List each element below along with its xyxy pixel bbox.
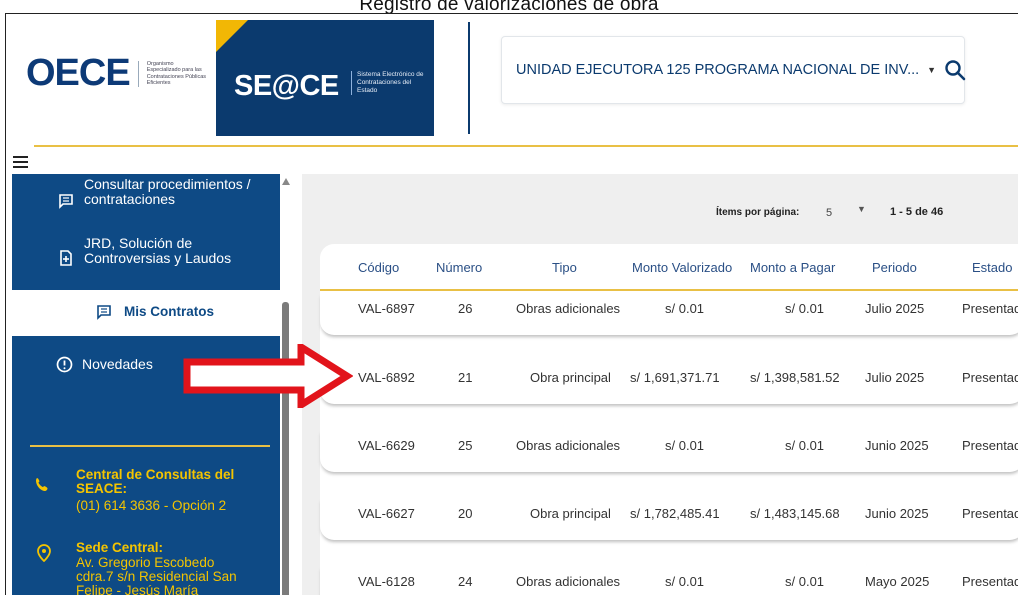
cell-codigo: VAL-6897 — [358, 301, 415, 316]
central-consultas-title: Central de Consultas del SEACE: — [76, 467, 235, 496]
seace-logo-subtitle: Sistema Electrónico de Contrataciones de… — [351, 71, 432, 95]
col-header-monto-pagar[interactable]: Monto a Pagar — [750, 260, 835, 275]
sidebar-item-consultar[interactable]: Consultar procedimientos / contratacione… — [84, 177, 274, 207]
page-range: 1 - 5 de 46 — [890, 206, 944, 218]
oece-logo-mark: OECE — [26, 52, 131, 94]
chevron-down-icon[interactable]: ▼ — [857, 204, 866, 214]
cell-monto-valorizado: s/ 0.01 — [665, 438, 705, 453]
document-plus-icon — [58, 250, 74, 266]
cell-periodo: Junio 2025 — [865, 438, 929, 453]
sidebar-item-mis-contratos[interactable]: Mis Contratos — [12, 290, 280, 336]
paginator: Ítems por página: 5 ▼ 1 - 5 de 46 — [302, 174, 1018, 224]
cell-periodo: Julio 2025 — [865, 301, 925, 316]
chat-list-icon — [96, 304, 112, 320]
cell-estado: Presentada — [962, 301, 1018, 316]
table-row[interactable]: VAL-6897 26 Obras adicionales s/ 0.01 s/… — [320, 293, 1018, 335]
cell-numero: 20 — [458, 506, 473, 521]
oece-logo: OECE Organismo Especializado para las Co… — [26, 52, 207, 95]
sede-central-title: Sede Central: — [76, 540, 164, 555]
central-consultas-phone[interactable]: (01) 614 3636 - Opción 2 — [76, 499, 226, 513]
red-arrow-annotation — [183, 344, 353, 408]
cell-periodo: Junio 2025 — [865, 506, 929, 521]
col-header-estado[interactable]: Estado — [972, 260, 1012, 275]
items-per-page-label: Ítems por página: — [716, 207, 800, 218]
phone-icon — [34, 476, 50, 492]
cell-numero: 21 — [458, 370, 473, 385]
cell-codigo: VAL-6627 — [358, 506, 415, 521]
unit-select-value: UNIDAD EJECUTORA 125 PROGRAMA NACIONAL D… — [516, 62, 920, 78]
cell-monto-pagar: s/ 1,483,145.68 — [750, 506, 840, 521]
table-header-divider — [320, 289, 1018, 291]
cell-monto-valorizado: s/ 0.01 — [665, 301, 705, 316]
cell-codigo: VAL-6892 — [358, 370, 415, 385]
table-row[interactable]: VAL-6892 21 Obra principal s/ 1,691,371.… — [320, 362, 1018, 404]
cell-numero: 25 — [458, 438, 473, 453]
cell-estado: Presentada — [962, 370, 1018, 385]
sede-central-address: Av. Gregorio Escobedo cdra.7 s/n Residen… — [76, 555, 237, 595]
table-row[interactable]: VAL-6128 24 Obras adicionales s/ 0.01 s/… — [320, 566, 1018, 595]
cell-monto-pagar: s/ 1,398,581.52 — [750, 370, 840, 385]
chevron-down-icon[interactable]: ▼ — [927, 65, 936, 75]
menu-icon[interactable] — [13, 156, 28, 171]
cell-estado: Presentada — [962, 438, 1018, 453]
location-pin-icon — [36, 544, 52, 563]
oece-logo-subtitle: Organismo Especializado para las Contrat… — [137, 60, 207, 87]
cell-codigo: VAL-6629 — [358, 438, 415, 453]
cell-monto-pagar: s/ 0.01 — [785, 438, 825, 453]
cell-monto-valorizado: s/ 1,691,371.71 — [630, 370, 720, 385]
col-header-numero[interactable]: Número — [436, 260, 482, 275]
seace-logo-mark: SE@CE — [234, 70, 339, 102]
sidebar-item-jrd[interactable]: JRD, Solución de Controversias y Laudos — [84, 236, 264, 266]
header-gold-line — [34, 145, 1018, 147]
cell-tipo: Obras adicionales — [516, 438, 621, 453]
seace-logo-corner — [216, 20, 248, 52]
cell-numero: 24 — [458, 574, 473, 589]
cell-codigo: VAL-6128 — [358, 574, 415, 589]
cell-tipo: Obras adicionales — [516, 301, 621, 316]
scroll-up-icon[interactable] — [282, 178, 290, 185]
cell-monto-valorizado: s/ 1,782,485.41 — [630, 506, 720, 521]
col-header-monto-valorizado[interactable]: Monto Valorizado — [632, 260, 732, 275]
items-per-page-select[interactable]: 5 — [826, 207, 832, 219]
cell-monto-valorizado: s/ 0.01 — [665, 574, 705, 589]
cell-periodo: Mayo 2025 — [865, 574, 930, 589]
cell-tipo: Obras adicionales — [516, 574, 621, 589]
alert-circle-icon — [56, 356, 73, 373]
sidebar-item-label: Mis Contratos — [124, 304, 215, 319]
col-header-tipo[interactable]: Tipo — [552, 260, 577, 275]
col-header-codigo[interactable]: Código — [358, 260, 399, 275]
cell-tipo: Obra principal — [530, 370, 611, 385]
cell-estado: Presentada — [962, 506, 1018, 521]
unit-select[interactable]: UNIDAD EJECUTORA 125 PROGRAMA NACIONAL D… — [501, 36, 966, 104]
sidebar-gold-line — [30, 445, 270, 447]
table-row[interactable]: VAL-6629 25 Obras adicionales s/ 0.01 s/… — [320, 430, 1018, 472]
valorizaciones-table: Código Número Tipo Monto Valorizado Mont… — [320, 244, 1018, 595]
main-content: Ítems por página: 5 ▼ 1 - 5 de 46 Código… — [302, 174, 1018, 595]
col-header-periodo[interactable]: Periodo — [872, 260, 917, 275]
table-row[interactable]: VAL-6627 20 Obra principal s/ 1,782,485.… — [320, 498, 1018, 540]
chat-list-icon — [58, 193, 74, 209]
cell-periodo: Julio 2025 — [865, 370, 925, 385]
seace-logo: SE@CE Sistema Electrónico de Contratacio… — [216, 20, 434, 136]
cell-monto-pagar: s/ 0.01 — [785, 301, 825, 316]
cell-estado: Presentada — [962, 574, 1018, 589]
cell-numero: 26 — [458, 301, 473, 316]
cell-monto-pagar: s/ 0.01 — [785, 574, 825, 589]
cell-tipo: Obra principal — [530, 506, 611, 521]
sidebar-item-novedades[interactable]: Novedades — [82, 357, 153, 372]
app-window: OECE Organismo Especializado para las Co… — [5, 13, 1018, 595]
search-icon[interactable] — [944, 59, 966, 81]
header-divider — [468, 22, 470, 134]
